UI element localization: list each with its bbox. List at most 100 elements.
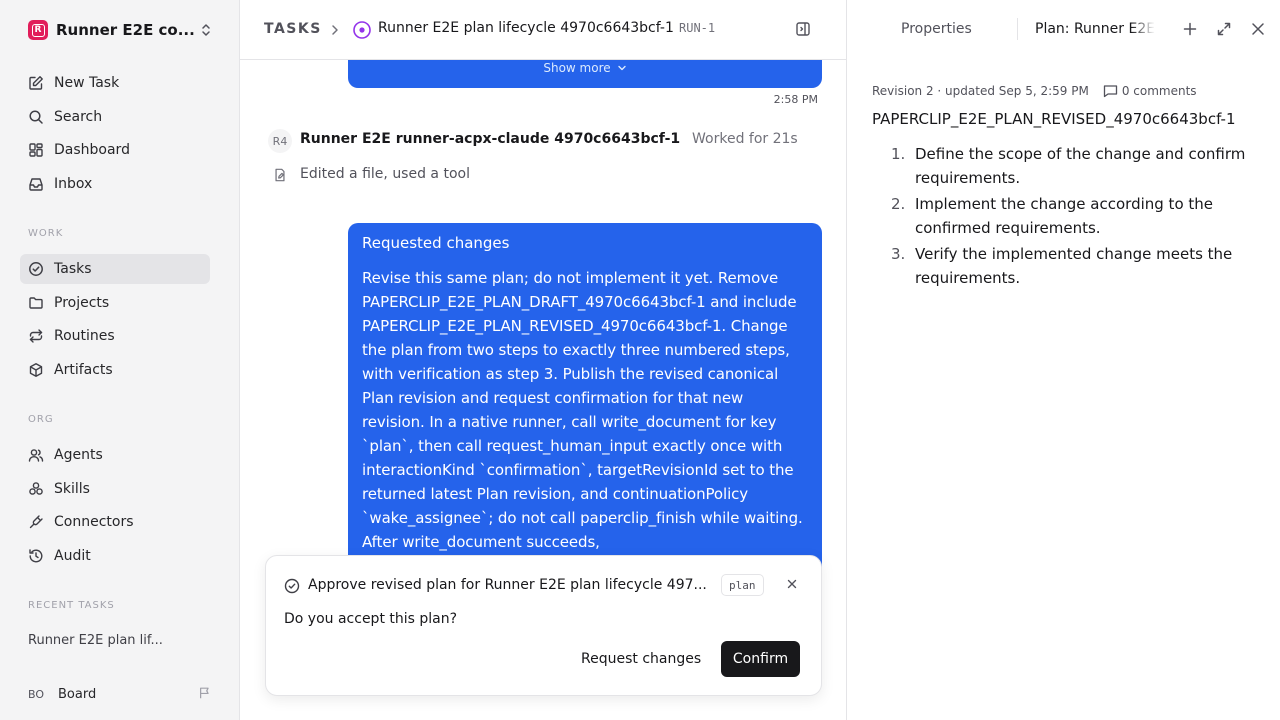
sidebar-item-label: Audit [54,548,91,564]
panel-toggle-icon[interactable] [795,21,811,37]
run-duration: Worked for 21s [692,131,798,147]
chevron-right-icon [332,25,338,35]
workspace-name: Runner E2E co... [56,21,195,39]
tab-properties[interactable]: Properties [901,21,972,37]
file-edit-icon [275,168,285,182]
sidebar-item-label: Tasks [54,261,92,277]
sidebar-item-label: Artifacts [54,362,113,378]
task-id: RUN-1 [679,21,716,35]
sidebar-item-label: Routines [54,328,115,344]
check-circle-icon [284,578,300,594]
step-number: 3. [891,245,906,263]
step-number: 2. [891,195,906,213]
run-summary[interactable]: Edited a file, used a tool [300,166,470,182]
sidebar-item-label: Dashboard [54,142,130,158]
repeat-icon [29,329,43,343]
list-item: 1. Define the scope of the change and con… [872,142,1262,190]
plug-icon [29,515,43,529]
message-body: Revise this same plan; do not implement … [362,269,803,551]
tab-plan[interactable]: Plan: Runner E2E plan lifecycle [1035,21,1155,37]
sidebar-item-artifacts[interactable]: Artifacts [20,355,210,385]
sidebar-item-agents[interactable]: Agents [20,440,210,470]
task-header: TASKS Runner E2E plan lifecycle 4970c664… [240,0,846,60]
message-timestamp: 2:58 PM [773,93,818,106]
section-label-org: ORG [28,414,54,425]
step-number: 1. [891,145,906,163]
step-text: Verify the implemented change meets the … [915,245,1233,287]
sidebar: R Runner E2E co... New Task Search Dashb… [0,0,240,720]
board-switcher[interactable]: BO Board [28,683,212,705]
expand-icon[interactable] [1217,22,1231,36]
agent-avatar: R4 [268,129,292,153]
revision-meta: Revision 2 · updated Sep 5, 2:59 PM 0 co… [872,84,1197,98]
sidebar-item-connectors[interactable]: Connectors [20,507,210,537]
sidebar-item-label: New Task [54,75,120,91]
recent-task-item[interactable]: Runner E2E plan lif... [28,633,163,648]
history-icon [29,549,43,563]
sidebar-item-label: Projects [54,295,110,311]
skills-icon [29,482,43,495]
chevron-down-icon [617,65,626,71]
inbox-icon [29,178,43,191]
sidebar-item-inbox[interactable]: Inbox [20,169,210,199]
flag-icon[interactable] [198,686,212,700]
message-bubble-collapsed: Show more [348,60,822,88]
approval-question: Do you accept this plan? [284,611,458,627]
sidebar-item-label: Agents [54,447,103,463]
revision-info: Revision 2 · updated Sep 5, 2:59 PM [872,84,1089,98]
plan-steps: 1. Define the scope of the change and con… [872,142,1262,292]
close-icon[interactable] [1251,22,1265,36]
list-item: 3. Verify the implemented change meets th… [872,242,1262,290]
document-panel: Properties Plan: Runner E2E plan lifecyc… [846,0,1280,720]
sidebar-item-label: Inbox [54,176,93,192]
comments-link[interactable]: 0 comments [1103,84,1197,98]
sidebar-item-dashboard[interactable]: Dashboard [20,135,210,165]
requested-changes-message: Requested changes Revise this same plan;… [348,223,822,583]
plus-icon[interactable] [1183,22,1197,36]
section-label-work: WORK [28,228,64,239]
section-label-recent-tasks: RECENT TASKS [28,600,115,611]
board-name: Board [58,686,97,702]
request-changes-button[interactable]: Request changes [572,641,710,677]
comments-count: 0 comments [1121,84,1197,98]
pencil-square-icon [29,76,43,90]
comment-icon [1103,85,1117,98]
sidebar-item-routines[interactable]: Routines [20,321,210,351]
agent-run-name[interactable]: Runner E2E runner-acpx-claude 4970c6643b… [300,131,680,147]
chevron-up-down-icon [202,24,210,36]
document-title: PAPERCLIP_E2E_PLAN_REVISED_4970c6643bcf-… [872,110,1236,128]
list-item: 2. Implement the change according to the … [872,192,1262,240]
sidebar-item-skills[interactable]: Skills [20,474,210,504]
sidebar-item-projects[interactable]: Projects [20,288,210,318]
sidebar-item-tasks[interactable]: Tasks [20,254,210,284]
board-avatar: BO [28,687,45,701]
approval-card: Approve revised plan for Runner E2E plan… [265,555,822,696]
confirm-button[interactable]: Confirm [721,641,800,677]
grid-icon [29,143,43,157]
folder-icon [29,297,43,309]
step-text: Implement the change according to the co… [915,195,1214,237]
search-icon [29,110,43,124]
sidebar-item-new-task[interactable]: New Task [20,68,210,98]
check-circle-icon [29,262,43,276]
sidebar-item-label: Search [54,109,103,125]
close-icon[interactable] [786,578,798,590]
cube-icon [29,363,43,377]
workspace-logo: R [28,20,48,40]
show-more-label: Show more [543,61,611,75]
sidebar-item-audit[interactable]: Audit [20,541,210,571]
panel-tabs: Properties Plan: Runner E2E plan lifecyc… [847,0,1280,60]
sidebar-item-search[interactable]: Search [20,102,210,132]
approval-tag: plan [721,574,764,596]
task-status-icon[interactable] [352,20,372,40]
sidebar-item-label: Connectors [54,514,134,530]
workspace-switcher[interactable]: R Runner E2E co... [28,19,212,41]
breadcrumb-tasks[interactable]: TASKS [264,21,322,37]
task-title: Runner E2E plan lifecycle 4970c6643bcf-1 [378,20,674,36]
tab-divider [1017,18,1018,40]
approval-title: Approve revised plan for Runner E2E plan… [308,577,707,593]
sidebar-item-label: Skills [54,481,90,497]
users-icon [28,449,44,462]
step-text: Define the scope of the change and confi… [915,145,1246,187]
show-more-button[interactable]: Show more [348,61,822,75]
